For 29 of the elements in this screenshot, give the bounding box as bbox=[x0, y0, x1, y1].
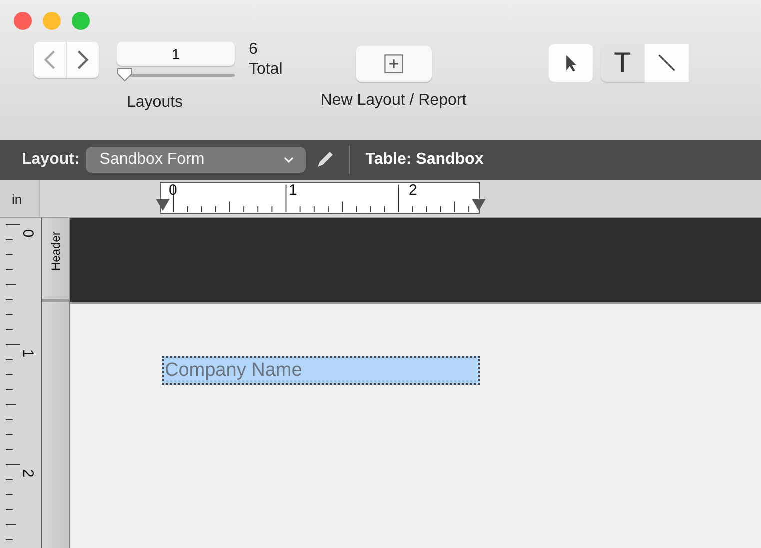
slider-thumb[interactable] bbox=[117, 68, 133, 82]
arrow-tool-button[interactable] bbox=[548, 44, 593, 82]
text-tool-button[interactable]: T bbox=[600, 44, 645, 82]
ruler-number: 0 bbox=[20, 229, 36, 238]
ruler-number: 2 bbox=[409, 183, 418, 199]
layout-label: Layout: bbox=[22, 151, 80, 169]
total-label: Total bbox=[249, 60, 283, 80]
chevron-icon bbox=[284, 157, 294, 163]
layouts-label: Layouts bbox=[127, 94, 184, 112]
close-window-button[interactable] bbox=[14, 12, 32, 30]
part-tab[interactable] bbox=[42, 302, 70, 548]
part-tab[interactable]: Header bbox=[42, 218, 70, 302]
zoom-window-button[interactable] bbox=[72, 12, 90, 30]
margin-marker-icon[interactable] bbox=[470, 198, 488, 212]
new-layout-button[interactable] bbox=[356, 46, 432, 82]
navigation-buttons[interactable] bbox=[34, 42, 99, 78]
ruler-number: 1 bbox=[20, 349, 36, 358]
line-tool-button[interactable] bbox=[644, 44, 689, 82]
ruler-number: 1 bbox=[289, 183, 298, 199]
layout-number-field[interactable]: 1 bbox=[117, 42, 235, 66]
new-layout-label: New Layout / Report bbox=[320, 92, 467, 110]
ruler-unit: in bbox=[0, 180, 40, 217]
table-label: Table: Sandbox bbox=[366, 151, 484, 169]
ruler-number: 2 bbox=[20, 469, 36, 478]
layout-count: 6 bbox=[249, 40, 259, 60]
add-layout-icon bbox=[382, 53, 405, 75]
margin-marker-icon[interactable] bbox=[154, 198, 172, 212]
layout-slider[interactable] bbox=[117, 68, 235, 84]
layout-popup[interactable]: Sandbox Form bbox=[86, 147, 306, 173]
